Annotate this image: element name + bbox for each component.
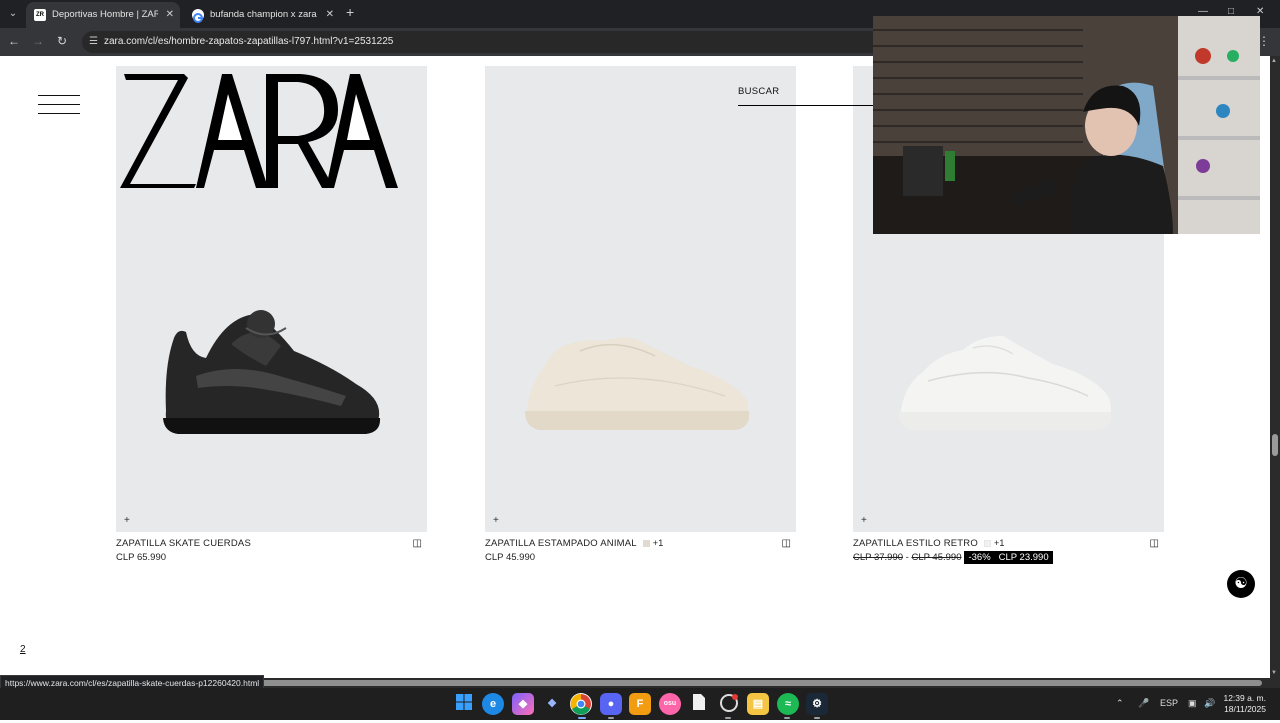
product-image[interactable]: + [485, 66, 796, 532]
volume-icon[interactable]: 🔊 [1204, 698, 1215, 709]
osu-icon[interactable]: osu [659, 693, 681, 715]
webcam-video [873, 16, 1260, 234]
add-to-cart-icon[interactable]: + [493, 515, 499, 526]
discount-percent: -36% [968, 552, 991, 563]
product-price: CLP 45.990 [485, 552, 536, 563]
color-swatch[interactable] [642, 539, 650, 547]
tab-zara[interactable]: ZR Deportivas Hombre | ZARA Chile ✕ [26, 2, 180, 28]
zara-favicon-icon: ZR [34, 9, 46, 21]
language-indicator[interactable]: ESP [1160, 698, 1178, 708]
pagination-link[interactable]: 2 [20, 644, 26, 655]
back-arrow-icon[interactable]: ← [6, 34, 22, 48]
search-field[interactable]: BUSCAR [738, 86, 873, 106]
bookmark-icon[interactable]: ◫ [413, 538, 422, 549]
discord-icon[interactable]: ● [600, 693, 622, 715]
menu-hamburger-icon[interactable] [38, 95, 80, 117]
price-separator: - [905, 552, 909, 563]
bookmark-icon[interactable]: ◫ [782, 538, 791, 549]
discount-badge: -36% CLP 23.990 [964, 551, 1053, 564]
chevron-up-icon[interactable]: ⌃ [1116, 698, 1124, 709]
vertical-scrollbar[interactable]: ▲ ▼ [1270, 56, 1280, 678]
app-indicator [725, 717, 731, 719]
link-status-bar: https://www.zara.com/cl/es/zapatilla-ska… [0, 675, 265, 689]
copilot-icon[interactable]: ◆ [512, 693, 534, 715]
file-explorer-icon[interactable]: ▤ [747, 693, 769, 715]
fl-studio-icon[interactable]: F [629, 693, 651, 715]
bookmark-icon[interactable]: ◫ [1150, 538, 1159, 549]
microphone-icon[interactable]: 🎤 [1138, 698, 1149, 709]
clock-date: 18/11/2025 [1224, 704, 1266, 714]
steam-icon[interactable]: ⚙ [806, 693, 828, 715]
edge-icon[interactable]: e [482, 693, 504, 715]
close-tab-icon[interactable]: ✕ [326, 2, 334, 28]
google-favicon-icon [192, 9, 204, 23]
accessibility-icon[interactable]: ☯ [1227, 570, 1255, 598]
original-price: CLP 37.990 [853, 552, 904, 563]
product-name[interactable]: ZAPATILLA ESTAMPADO ANIMAL +1 [485, 538, 663, 549]
app-indicator [784, 717, 790, 719]
app-indicator [814, 717, 820, 719]
product-price: CLP 37.990 - CLP 45.990 -36% CLP 23.990 [853, 551, 1053, 564]
new-tab-button[interactable]: + [346, 4, 354, 20]
scrollbar-thumb[interactable] [1272, 434, 1278, 456]
url-field[interactable]: ☰ zara.com/cl/es/hombre-zapatos-zapatill… [82, 31, 882, 53]
webcam-overlay [873, 16, 1260, 234]
spotify-icon[interactable]: ≈ [777, 693, 799, 715]
tab-search-icon[interactable]: ⌄ [4, 5, 22, 23]
clock-time: 12:39 a. m. [1223, 693, 1266, 703]
color-swatch[interactable] [983, 539, 991, 547]
zara-logo[interactable] [118, 70, 400, 192]
add-to-cart-icon[interactable]: + [861, 515, 867, 526]
original-price: CLP 45.990 [911, 552, 962, 563]
tab-google-search[interactable]: bufanda champion x zara - Busca ✕ [184, 2, 340, 28]
site-info-icon[interactable]: ☰ [89, 31, 98, 53]
product-price: CLP 65.990 [116, 552, 167, 563]
obs-icon[interactable] [718, 693, 740, 715]
chrome-icon[interactable] [570, 693, 592, 715]
tab-title: Deportivas Hombre | ZARA Chile [52, 9, 158, 20]
product-name-text: ZAPATILLA ESTAMPADO ANIMAL [485, 538, 637, 549]
forward-arrow-icon[interactable]: → [30, 34, 46, 48]
product-name[interactable]: ZAPATILLA ESTILO RETRO +1 [853, 538, 1005, 549]
cream-sneaker-icon [525, 337, 750, 430]
tab-title: bufanda champion x zara - Busca [210, 9, 318, 20]
product-name[interactable]: ZAPATILLA SKATE CUERDAS [116, 538, 251, 549]
sale-price: CLP 23.990 [998, 552, 1049, 563]
vscode-icon[interactable]: ❖ [541, 693, 563, 715]
scroll-down-icon: ▼ [1271, 670, 1277, 676]
product-card[interactable]: + ZAPATILLA ESTAMPADO ANIMAL +1 ◫ CLP 45.… [485, 66, 796, 563]
scroll-up-icon: ▲ [1271, 58, 1277, 64]
system-clock[interactable]: 12:39 a. m. 18/11/2025 [1223, 693, 1266, 715]
app-indicator [608, 717, 614, 719]
file-icon[interactable] [688, 693, 710, 715]
more-colors[interactable]: +1 [994, 538, 1005, 548]
windows-taskbar: e ◆ ❖ ● F osu ▤ ≈ ⚙ ⌃ 🎤 ESP ▣ 🔊 12:39 a.… [0, 688, 1280, 720]
network-icon[interactable]: ▣ [1188, 698, 1197, 709]
product-name-text: ZAPATILLA ESTILO RETRO [853, 538, 978, 549]
windows-start-icon[interactable] [453, 693, 475, 715]
close-tab-icon[interactable]: ✕ [166, 2, 174, 28]
reload-icon[interactable]: ↻ [54, 34, 70, 48]
add-to-cart-icon[interactable]: + [124, 515, 130, 526]
url-text: zara.com/cl/es/hombre-zapatos-zapatillas… [104, 36, 394, 47]
active-app-indicator [578, 717, 586, 719]
more-colors[interactable]: +1 [653, 538, 664, 548]
